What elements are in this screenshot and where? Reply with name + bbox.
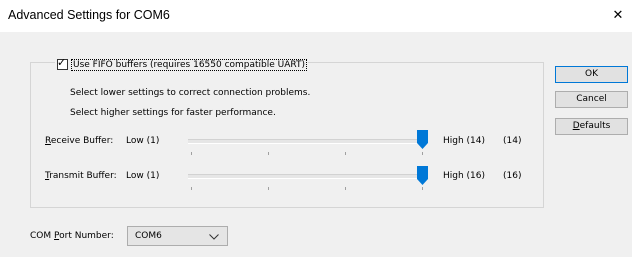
com-port-label: COM Port Number:	[30, 231, 114, 241]
transmit-low-label: Low (1)	[126, 171, 160, 181]
defaults-access-key: D	[572, 121, 580, 131]
ok-button[interactable]: OK	[555, 66, 628, 83]
com-port-value: COM6	[135, 231, 162, 241]
transmit-tick	[422, 187, 423, 190]
receive-low-label: Low (1)	[126, 136, 160, 146]
fifo-checkbox-row[interactable]: ✓ Use FIFO buffers (requires 16550 compa…	[55, 56, 309, 71]
receive-buffer-label-rest: eceive Buffer:	[50, 136, 114, 146]
receive-slider-thumb[interactable]	[417, 130, 428, 149]
defaults-label-rest: efaults	[579, 121, 611, 131]
receive-tick	[191, 152, 192, 155]
receive-slider-track[interactable]	[188, 139, 428, 144]
defaults-button[interactable]: Defaults	[555, 118, 628, 135]
title-bar: Advanced Settings for COM6 ✕	[0, 0, 632, 32]
chevron-down-icon	[209, 233, 219, 243]
transmit-value: (16)	[503, 171, 522, 181]
com-port-label-after: ort Number:	[59, 231, 114, 241]
fifo-checkbox[interactable]: ✓	[57, 56, 68, 70]
receive-tick	[345, 152, 346, 155]
transmit-tick	[191, 187, 192, 190]
receive-tick	[422, 152, 423, 155]
cancel-button[interactable]: Cancel	[555, 91, 628, 108]
transmit-high-label: High (16)	[443, 171, 486, 181]
info-line-2: Select higher settings for faster perfor…	[70, 108, 276, 118]
transmit-tick	[268, 187, 269, 190]
transmit-slider-track[interactable]	[188, 174, 428, 179]
receive-value: (14)	[503, 136, 522, 146]
receive-high-label: High (14)	[443, 136, 486, 146]
receive-buffer-label: Receive Buffer:	[45, 136, 113, 146]
info-line-1: Select lower settings to correct connect…	[70, 88, 311, 98]
fifo-checkbox-label[interactable]: Use FIFO buffers (requires 16550 compati…	[70, 58, 308, 71]
transmit-slider-thumb[interactable]	[417, 166, 428, 185]
close-icon[interactable]: ✕	[604, 0, 632, 32]
receive-tick	[268, 152, 269, 155]
fifo-group-box	[30, 62, 544, 208]
window-title: Advanced Settings for COM6	[8, 8, 170, 22]
com-port-dropdown[interactable]: COM6	[127, 226, 228, 246]
checkmark-icon: ✓	[57, 56, 67, 69]
transmit-buffer-label: Transmit Buffer:	[45, 171, 117, 181]
com-port-label-before: COM	[30, 231, 54, 241]
transmit-tick	[345, 187, 346, 190]
transmit-buffer-label-rest: ransmit Buffer:	[49, 171, 117, 181]
